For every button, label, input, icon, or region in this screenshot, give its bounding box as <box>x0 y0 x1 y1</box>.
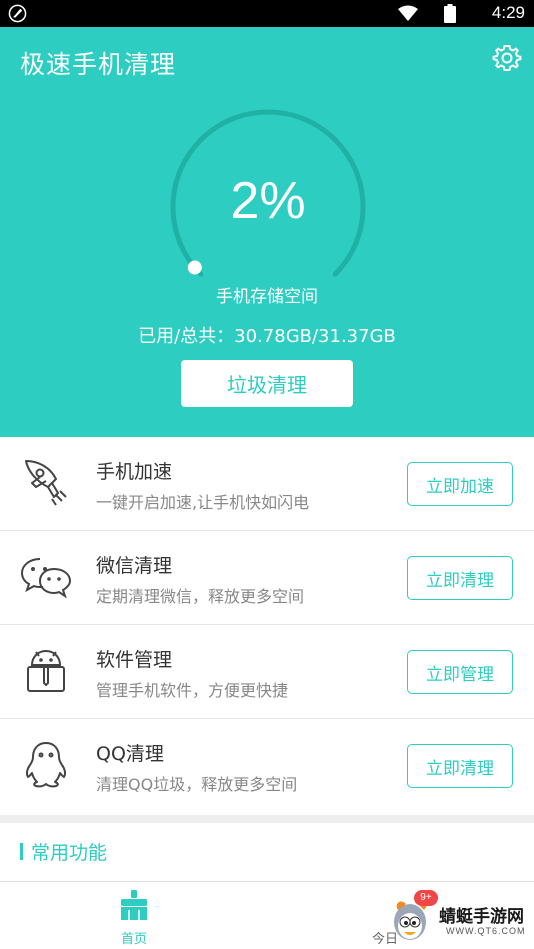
qq-clean-now-button[interactable]: 立即清理 <box>407 744 513 788</box>
nav-item-home[interactable]: 首页 <box>108 882 160 949</box>
nav-home-label: 首页 <box>120 932 147 947</box>
status-time: 4:29 <box>491 3 525 22</box>
feature-desc: 清理QQ垃圾，释放更多空间 <box>96 775 298 794</box>
storage-percent: 2% <box>230 172 306 230</box>
notification-badge: 9+ <box>414 890 438 906</box>
watermark-name: 蜻蜓手游网 <box>439 907 524 927</box>
storage-usage: 已用/总共：30.78GB/31.37GB <box>138 326 396 347</box>
section-accent-bar <box>20 843 23 860</box>
android-box-icon <box>27 649 65 692</box>
status-bar: 4:29 <box>0 0 534 27</box>
battery-icon <box>444 4 456 23</box>
watermark-url: WWW.QT6.COM <box>446 926 526 936</box>
broom-icon <box>121 890 147 920</box>
feature-title: 手机加速 <box>96 461 173 483</box>
feature-item-wechat: 微信清理 定期清理微信，释放更多空间 立即清理 <box>0 531 534 625</box>
storage-header: 极速手机清理 2% 手机存储空间 已用/总共：30.78GB/31.37GB 垃… <box>0 27 534 437</box>
wifi-icon <box>398 5 418 21</box>
app-title: 极速手机清理 <box>20 50 177 79</box>
wechat-icon <box>20 558 72 599</box>
feature-item-speedup: 手机加速 一键开启加速,让手机快如闪电 立即加速 <box>0 437 534 531</box>
storage-label: 手机存储空间 <box>216 287 318 307</box>
feature-list: 手机加速 一键开启加速,让手机快如闪电 立即加速 微信清理 定期清理微信，释放更… <box>0 437 534 813</box>
rocket-notification-icon <box>8 4 27 23</box>
manage-now-button[interactable]: 立即管理 <box>407 650 513 694</box>
watermark: 9+ 蜻蜓手游网 WWW.QT6.COM <box>384 888 534 949</box>
feature-desc: 一键开启加速,让手机快如闪电 <box>96 493 310 512</box>
qq-penguin-icon <box>25 742 67 788</box>
storage-ring-knob <box>187 260 202 275</box>
feature-title: QQ清理 <box>96 743 164 765</box>
feature-desc: 管理手机软件，方便更快捷 <box>96 681 289 700</box>
feature-title: 微信清理 <box>96 555 173 577</box>
feature-title: 软件管理 <box>96 649 173 671</box>
rocket-icon <box>25 460 67 506</box>
gear-icon[interactable] <box>492 43 522 73</box>
wechat-clean-now-button[interactable]: 立即清理 <box>407 556 513 600</box>
feature-desc: 定期清理微信，释放更多空间 <box>96 587 305 606</box>
speedup-now-button[interactable]: 立即加速 <box>407 462 513 506</box>
section-divider <box>0 815 534 823</box>
section-title: 常用功能 <box>31 842 108 864</box>
junk-clean-button[interactable]: 垃圾清理 <box>181 360 353 407</box>
common-functions-section: 常用功能 <box>0 823 534 881</box>
feature-item-apps: 软件管理 管理手机软件，方便更快捷 立即管理 <box>0 625 534 719</box>
feature-item-qq: QQ清理 清理QQ垃圾，释放更多空间 立即清理 <box>0 719 534 813</box>
